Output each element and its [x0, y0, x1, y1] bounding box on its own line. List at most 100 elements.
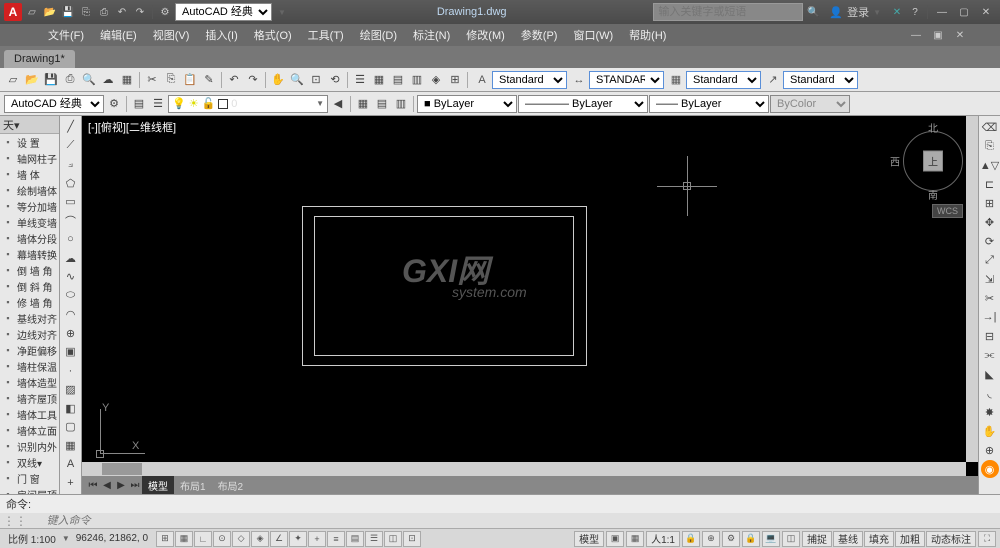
layer-tool2-icon[interactable]: ▤ — [373, 95, 391, 113]
fillet-icon[interactable]: ◟ — [981, 384, 999, 402]
layer-previous-icon[interactable]: ◀ — [329, 95, 347, 113]
qat-open-icon[interactable]: 📂 — [42, 4, 58, 20]
polar-toggle[interactable]: ⊙ — [213, 531, 231, 547]
menu-item[interactable]: 格式(O) — [246, 24, 300, 46]
zoom-window-icon[interactable]: ⊡ — [307, 71, 325, 89]
panel-item[interactable]: ▪设 置 — [0, 134, 59, 150]
panel-item[interactable]: ▪等分加墙 — [0, 198, 59, 214]
menu-item[interactable]: 插入(I) — [197, 24, 245, 46]
tab-layout1[interactable]: 布局1 — [174, 476, 212, 495]
table-style-select[interactable]: Standard — [686, 71, 761, 89]
new-icon[interactable]: ▱ — [4, 71, 22, 89]
statusbar-label-button[interactable]: 动态标注 — [926, 531, 976, 547]
drawing-viewport[interactable]: [-][俯视][二维线框] GXI网 system.com Y X 北 南 东 … — [82, 116, 978, 494]
menu-item[interactable]: 标注(N) — [405, 24, 458, 46]
close-button[interactable]: ✕ — [976, 4, 996, 20]
xline-icon[interactable]: ⟋ — [62, 137, 80, 155]
break-icon[interactable]: ⊟ — [981, 327, 999, 345]
panel-item[interactable]: ▪墙体立面 — [0, 422, 59, 438]
table-icon[interactable]: ▦ — [62, 437, 80, 455]
match-icon[interactable]: ✎ — [200, 71, 218, 89]
menu-item[interactable]: 修改(M) — [458, 24, 513, 46]
panel-item[interactable]: ▪修 墙 角 — [0, 294, 59, 310]
grid-toggle[interactable]: ▦ — [175, 531, 193, 547]
rectangle-icon[interactable]: ▭ — [62, 193, 80, 211]
color-select[interactable]: ■ ByLayer — [417, 95, 517, 113]
app-logo[interactable]: A — [4, 3, 22, 21]
menu-item[interactable]: 文件(F) — [40, 24, 92, 46]
viewcube-top[interactable]: 上 — [923, 151, 943, 172]
point-icon[interactable]: · — [62, 362, 80, 380]
trim-icon[interactable]: ✂ — [981, 289, 999, 307]
panel-item[interactable]: ▪墙柱保温 — [0, 358, 59, 374]
linetype-select[interactable]: ———— ByLayer — [518, 95, 648, 113]
panel-item[interactable]: ▪双线▾ — [0, 454, 59, 470]
qat-redo-icon[interactable]: ↷ — [132, 4, 148, 20]
panel-item[interactable]: ▪净距偏移 — [0, 342, 59, 358]
wcs-badge[interactable]: WCS — [932, 204, 963, 218]
spline-icon[interactable]: ∿ — [62, 268, 80, 286]
minimize-button[interactable]: — — [932, 4, 952, 20]
document-tab[interactable]: Drawing1* — [4, 50, 75, 68]
sb-hw-icon[interactable]: 💻 — [762, 531, 780, 547]
copy-icon[interactable]: ⎘ — [162, 71, 180, 89]
erase-icon[interactable]: ⌫ — [981, 118, 999, 136]
statusbar-label-button[interactable]: 捕捉 — [802, 531, 832, 547]
panel-item[interactable]: ▪倒 斜 角 — [0, 278, 59, 294]
panel-item[interactable]: ▪墙体造型 — [0, 374, 59, 390]
dyn-toggle[interactable]: + — [308, 531, 326, 547]
qat-new-icon[interactable]: ▱ — [24, 4, 40, 20]
array-icon[interactable]: ⊞ — [981, 194, 999, 212]
preview-icon[interactable]: 🔍 — [80, 71, 98, 89]
qp-toggle[interactable]: ☰ — [365, 531, 383, 547]
paste-icon[interactable]: 📋 — [181, 71, 199, 89]
region-icon[interactable]: ▢ — [62, 418, 80, 436]
search-icon[interactable]: 🔍 — [805, 4, 821, 20]
scale-display[interactable]: 比例 1:100 — [4, 531, 60, 546]
panel-item[interactable]: ▪墙体工具 — [0, 406, 59, 422]
circle-icon[interactable]: ○ — [62, 231, 80, 249]
sb-iso-icon[interactable]: ◫ — [782, 531, 800, 547]
zoom-previous-icon[interactable]: ⟲ — [326, 71, 344, 89]
panel-item[interactable]: ▪轴网柱子 — [0, 150, 59, 166]
dim-style-select[interactable]: STANDARD — [589, 71, 664, 89]
ortho-toggle[interactable]: ∟ — [194, 531, 212, 547]
layer-tool1-icon[interactable]: ▦ — [354, 95, 372, 113]
polygon-icon[interactable]: ⬠ — [62, 174, 80, 192]
mdi-restore-button[interactable]: ▣ — [928, 27, 948, 43]
rotate-icon[interactable]: ⟳ — [981, 232, 999, 250]
tab-model[interactable]: 模型 — [142, 476, 174, 495]
workspace-select-2[interactable]: AutoCAD 经典 — [4, 95, 104, 113]
properties-icon[interactable]: ☰ — [351, 71, 369, 89]
ws-settings-icon[interactable]: ⚙ — [105, 95, 123, 113]
panel-item[interactable]: ▪墙 体 — [0, 166, 59, 182]
panel-item[interactable]: ▪单线变墙 — [0, 214, 59, 230]
lwt-toggle[interactable]: ≡ — [327, 531, 345, 547]
statusbar-label-button[interactable]: 填充 — [864, 531, 894, 547]
sc-toggle[interactable]: ◫ — [384, 531, 402, 547]
panel-item[interactable]: ▪倒 墙 角 — [0, 262, 59, 278]
cleanscreen-icon[interactable]: ⛶ — [978, 531, 996, 547]
tab-prev-icon[interactable]: ◀ — [100, 478, 114, 492]
annoscale-button[interactable]: 人1:1 — [646, 531, 680, 547]
nav-pan-icon[interactable]: ✋ — [981, 422, 999, 440]
mdi-minimize-button[interactable]: — — [906, 27, 926, 43]
am-toggle[interactable]: ⊡ — [403, 531, 421, 547]
command-handle-icon[interactable]: ⋮⋮ — [3, 514, 27, 528]
revcloud-icon[interactable]: ☁ — [62, 249, 80, 267]
join-icon[interactable]: ⫘ — [981, 346, 999, 364]
panel-item[interactable]: ▪基线对齐 — [0, 310, 59, 326]
horizontal-scrollbar[interactable] — [82, 462, 966, 476]
sb-anno1-icon[interactable]: 🔒 — [682, 531, 700, 547]
sb-anno2-icon[interactable]: ⊕ — [702, 531, 720, 547]
scale-icon[interactable]: ⤢ — [981, 251, 999, 269]
menu-item[interactable]: 编辑(E) — [92, 24, 145, 46]
panel-item[interactable]: ▪绘制墙体 — [0, 182, 59, 198]
text-style-select[interactable]: Standard — [492, 71, 567, 89]
hatch-icon[interactable]: ▨ — [62, 381, 80, 399]
command-input[interactable] — [47, 515, 997, 527]
ellipse-arc-icon[interactable]: ◠ — [62, 306, 80, 324]
tpy-toggle[interactable]: ▤ — [346, 531, 364, 547]
sheetset-icon[interactable]: ▥ — [408, 71, 426, 89]
snap-toggle[interactable]: ⊞ — [156, 531, 174, 547]
